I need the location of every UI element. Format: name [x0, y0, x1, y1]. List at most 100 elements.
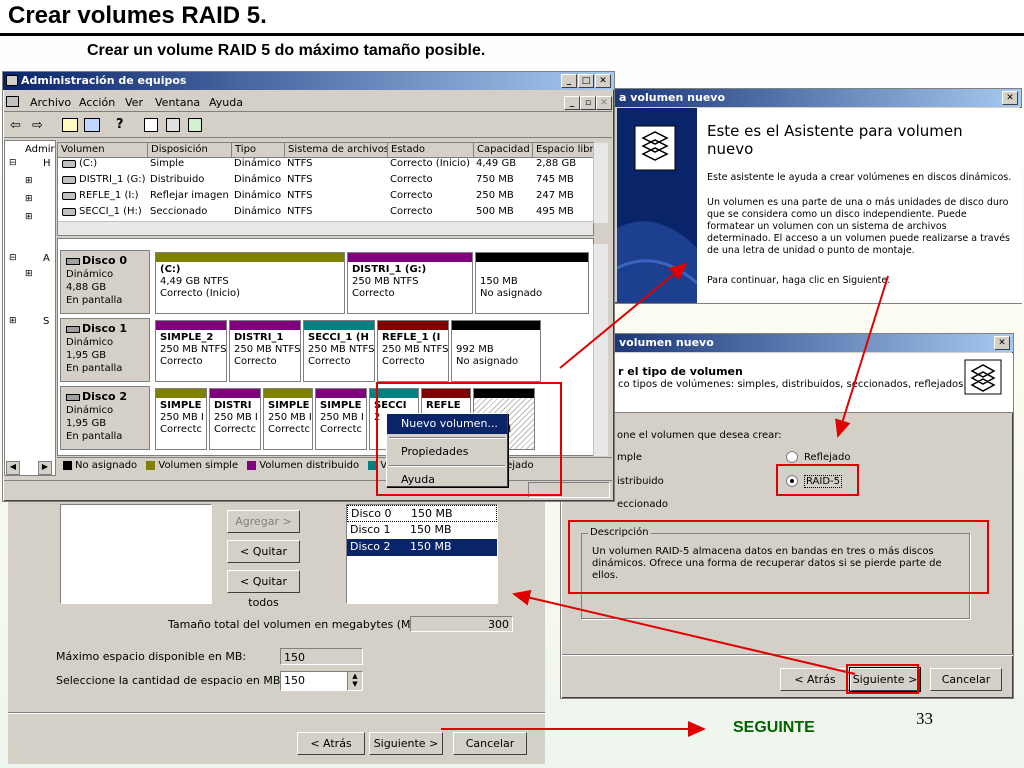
remove-all-button[interactable]: < Quitar todos — [227, 570, 300, 609]
wizard-volume-type: volumen nuevo ✕ r el tipo de volumen co … — [560, 333, 1014, 699]
remove-button[interactable]: < Quitar — [227, 540, 300, 563]
option-spanned-label[interactable]: istribuido — [617, 476, 664, 487]
tree-scroll-left-icon[interactable]: ◀ — [6, 461, 20, 475]
table-cell[interactable]: (C:) — [79, 158, 97, 169]
child-minimize-icon[interactable]: _ — [564, 96, 580, 110]
col-volumen[interactable]: Volumen — [58, 143, 148, 158]
disk-partition[interactable]: (C:) 4,49 GB NTFS Correcto (Inicio) — [155, 252, 345, 314]
disk-label[interactable]: Disco 2 Dinámico 1,95 GB En pantalla — [60, 386, 150, 450]
menu-ventana[interactable]: Ventana — [155, 96, 200, 109]
col-sistema[interactable]: Sistema de archivos — [285, 143, 388, 158]
table-cell[interactable]: SECCI_1 (H:) — [79, 206, 142, 217]
table-cell[interactable]: REFLE_1 (I:) — [79, 190, 139, 201]
partition-name: (C:) — [160, 264, 181, 275]
disk-view-vscroll[interactable] — [593, 244, 608, 456]
refresh-icon[interactable] — [166, 118, 180, 132]
amount-label: Seleccione la cantidad de espacio en MB: — [56, 674, 285, 687]
help-icon[interactable]: ? — [116, 117, 124, 132]
tree-expander-icon[interactable]: ⊟ — [9, 158, 17, 168]
tree-item-storage[interactable]: A — [43, 253, 50, 264]
menu-ver[interactable]: Ver — [125, 96, 143, 109]
partition-size: 250 MB NTFS — [160, 344, 227, 355]
volume-list-vscroll[interactable] — [593, 143, 608, 223]
list-item[interactable]: Disco 0 150 MB — [347, 505, 497, 522]
option-mirrored-label[interactable]: Reflejado — [804, 452, 850, 463]
disk-partition[interactable]: 992 MB No asignado — [451, 320, 541, 382]
disk-partition[interactable]: SIMPLE 250 MB I Correctc — [315, 388, 367, 450]
child-restore-icon[interactable]: ▫ — [580, 96, 596, 110]
up-folder-icon[interactable] — [62, 118, 78, 132]
col-capacidad[interactable]: Capacidad — [474, 143, 533, 158]
add-button[interactable]: Agregar > — [227, 510, 300, 533]
tree-scroll-right-icon[interactable]: ▶ — [38, 461, 52, 475]
disk-partition[interactable]: 150 MB No asignado — [475, 252, 589, 314]
tree-item-system-tools[interactable]: H — [43, 158, 51, 169]
table-cell: 745 MB — [536, 174, 574, 185]
close-icon[interactable]: ✕ — [1002, 91, 1018, 105]
available-disks-list[interactable] — [60, 504, 212, 604]
close-icon[interactable]: ✕ — [595, 74, 611, 88]
wizard-heading: Este es el Asistente para volumen nuevo — [707, 122, 963, 158]
disk-partition[interactable]: SIMPLE 250 MB I Correctc — [263, 388, 313, 450]
forward-arrow-icon[interactable]: ⇨ — [32, 118, 43, 133]
minimize-icon[interactable]: _ — [561, 74, 577, 88]
disk-partition[interactable]: SIMPLE_2 250 MB NTFS Correcto — [155, 320, 227, 382]
back-arrow-icon[interactable]: ⇦ — [10, 118, 21, 133]
table-cell: NTFS — [287, 206, 313, 217]
cancel-button[interactable]: Cancelar — [453, 732, 527, 755]
menu-accion[interactable]: Acción — [79, 96, 115, 109]
tree-item-root[interactable]: Admir — [25, 144, 55, 155]
partition-text: SIMPLE 250 MB I Correctc — [264, 398, 312, 438]
disk-label[interactable]: Disco 1 Dinámico 1,95 GB En pantalla — [60, 318, 150, 382]
tree-expander-icon[interactable]: ⊟ — [9, 253, 17, 263]
option-simple-label[interactable]: mple — [617, 452, 642, 463]
next-button[interactable]: Siguiente > — [369, 732, 443, 755]
partition-text: 992 MB No asignado — [452, 330, 540, 370]
disk-partition[interactable]: SIMPLE 250 MB I Correctc — [155, 388, 207, 450]
amount-spinner[interactable]: 150 ▲ ▼ — [280, 671, 363, 691]
option-mirrored-radio[interactable] — [786, 451, 798, 463]
tree-item-services[interactable]: S — [43, 316, 49, 327]
tree-expander-icon[interactable]: ⊞ — [25, 269, 33, 279]
list-item[interactable]: Disco 1 150 MB — [347, 522, 497, 539]
child-close-icon[interactable]: ✕ — [596, 96, 612, 110]
close-icon[interactable]: ✕ — [994, 336, 1010, 350]
back-button[interactable]: < Atrás — [297, 732, 365, 755]
table-cell: 495 MB — [536, 206, 574, 217]
list-item[interactable]: Disco 2 150 MB — [347, 539, 497, 556]
volume-list-hscroll[interactable] — [58, 221, 593, 235]
disk-label[interactable]: Disco 0 Dinámico 4,88 GB En pantalla — [60, 250, 150, 314]
show-tree-icon[interactable] — [84, 118, 100, 132]
cancel-button[interactable]: Cancelar — [930, 668, 1002, 691]
disk-partition[interactable]: REFLE_1 (I 250 MB NTFS Correcto — [377, 320, 449, 382]
wizard-welcome: a volumen nuevo ✕ Este es el Asistente p… — [560, 88, 1022, 304]
tree-expander-icon[interactable]: ⊞ — [25, 212, 33, 222]
maximize-icon[interactable]: □ — [578, 74, 594, 88]
spinner-arrows-icon[interactable]: ▲ ▼ — [347, 672, 362, 690]
wizard-intro: Este asistente le ayuda a crear volúmene… — [707, 172, 1012, 183]
col-tipo[interactable]: Tipo — [232, 143, 285, 158]
menu-archivo[interactable]: Archivo — [30, 96, 71, 109]
tree-expander-icon[interactable]: ⊞ — [25, 194, 33, 204]
window-title: volumen nuevo — [619, 336, 714, 349]
partition-name: SIMPLE — [160, 400, 202, 411]
table-cell[interactable]: DISTRI_1 (G:) — [79, 174, 145, 185]
disk-type: Dinámico — [66, 405, 114, 416]
tree-expander-icon[interactable]: ⊞ — [25, 176, 33, 186]
disk-partition[interactable]: DISTRI_1 250 MB NTFS Correcto — [229, 320, 301, 382]
col-disposicion[interactable]: Disposición — [148, 143, 232, 158]
disk-partition[interactable]: DISTRI_1 (G:) 250 MB NTFS Correcto — [347, 252, 473, 314]
selected-disks-list[interactable]: Disco 0 150 MB Disco 1 150 MB Disco 2 150 M… — [346, 504, 498, 604]
export-icon[interactable] — [188, 118, 202, 132]
disk-partition[interactable]: SECCI_1 (H 250 MB NTFS Correcto — [303, 320, 375, 382]
option-striped-label[interactable]: eccionado — [617, 499, 668, 510]
col-espacio[interactable]: Espacio libre — [533, 143, 593, 158]
back-button[interactable]: < Atrás — [780, 668, 850, 691]
console-tree[interactable]: Admir H A S ⊟ ⊞ ⊞ ⊞ ⊟ ⊞ ⊞ — [4, 140, 56, 476]
tree-expander-icon[interactable]: ⊞ — [9, 316, 17, 326]
disk-partition[interactable]: DISTRI 250 MB I Correctc — [209, 388, 261, 450]
menu-ayuda[interactable]: Ayuda — [209, 96, 243, 109]
col-estado[interactable]: Estado — [388, 143, 474, 158]
properties-icon[interactable] — [144, 118, 158, 132]
total-size-label: Tamaño total del volumen en megabytes (M… — [168, 618, 427, 631]
